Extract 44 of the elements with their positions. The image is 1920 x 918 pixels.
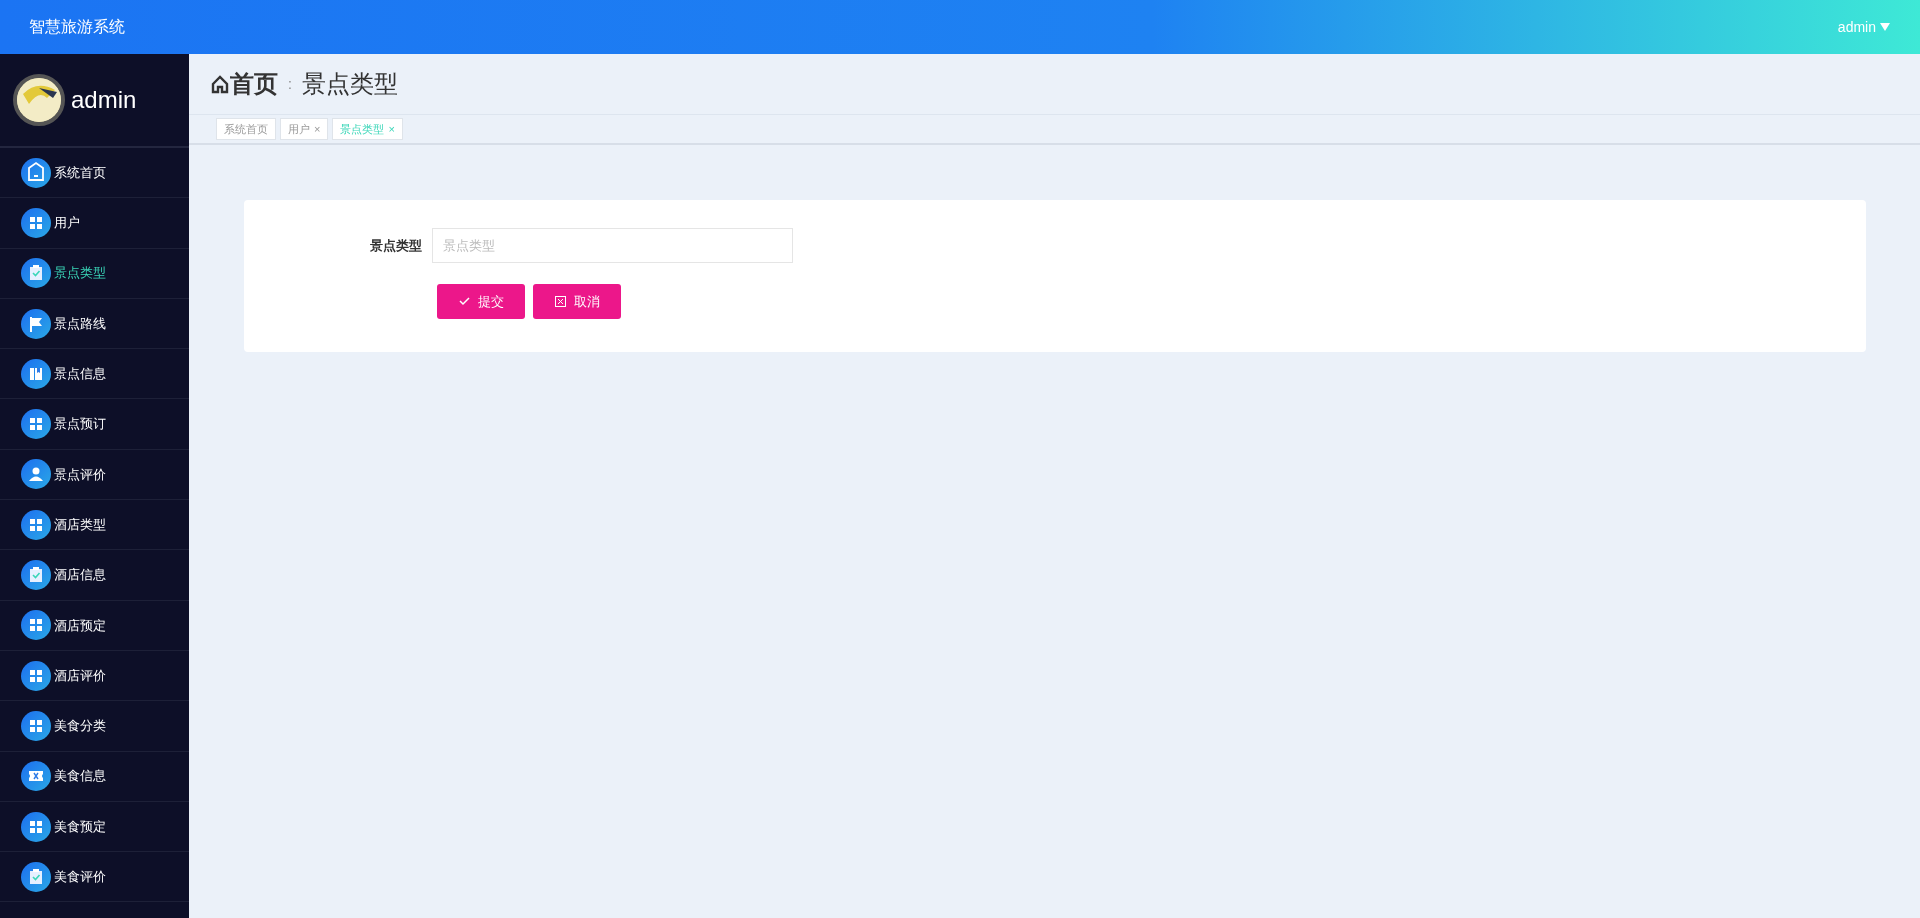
avatar — [13, 74, 65, 126]
app-title: 智慧旅游系统 — [29, 17, 125, 37]
caret-icon — [1880, 23, 1890, 31]
clipboard-icon — [21, 861, 51, 892]
field-label: 景点类型 — [369, 236, 423, 255]
check-icon — [458, 297, 470, 306]
flag-icon — [21, 308, 51, 339]
ticket-icon — [21, 761, 51, 792]
clipboard-icon — [21, 560, 51, 590]
menu-item[interactable]: 美食评价 — [0, 852, 189, 903]
menu-item[interactable]: 美食信息 — [0, 751, 189, 802]
close-icon — [554, 296, 566, 307]
input-field[interactable]: 景点类型 — [432, 228, 793, 263]
menu-item[interactable]: 酒店类型 — [0, 500, 189, 551]
breadcrumb-home-link[interactable]: 首页 — [210, 66, 278, 102]
menu-item[interactable]: 景点信息 — [0, 349, 189, 400]
grid-icon — [21, 811, 51, 842]
menu-item[interactable]: 酒店预定 — [0, 600, 189, 651]
grid-icon — [21, 660, 51, 691]
grid-icon — [21, 509, 51, 540]
book-icon — [21, 358, 51, 389]
breadcrumb-current: 景点类型 — [301, 69, 398, 99]
menu-item[interactable]: 用户 — [0, 198, 189, 249]
user-icon — [21, 459, 51, 490]
grid-icon — [21, 207, 51, 238]
menu-item[interactable]: 酒店评价 — [0, 650, 189, 702]
menu-item[interactable]: 系统首页 — [0, 148, 189, 199]
submit-button[interactable]: 提交 — [437, 284, 525, 319]
menu-item[interactable]: 景点评价 — [0, 449, 189, 501]
menu-item[interactable]: 景点类型 — [0, 248, 189, 299]
grid-icon — [21, 409, 51, 440]
clipboard-icon — [21, 258, 51, 289]
user-name: admin — [71, 85, 137, 115]
grid-icon — [21, 710, 51, 741]
menu-item[interactable]: 景点预订 — [0, 399, 189, 450]
cancel-button[interactable]: 取消 — [533, 284, 621, 319]
home-icon — [21, 157, 51, 188]
breadcrumb-separator: : — [288, 74, 292, 94]
home-icon — [210, 74, 230, 94]
menu-item[interactable]: 美食预定 — [0, 801, 189, 853]
menu-item[interactable]: 美食分类 — [0, 701, 189, 752]
menu-item[interactable]: 酒店信息 — [0, 550, 189, 601]
menu-item[interactable]: 景点路线 — [0, 298, 189, 350]
grid-icon — [21, 610, 51, 641]
